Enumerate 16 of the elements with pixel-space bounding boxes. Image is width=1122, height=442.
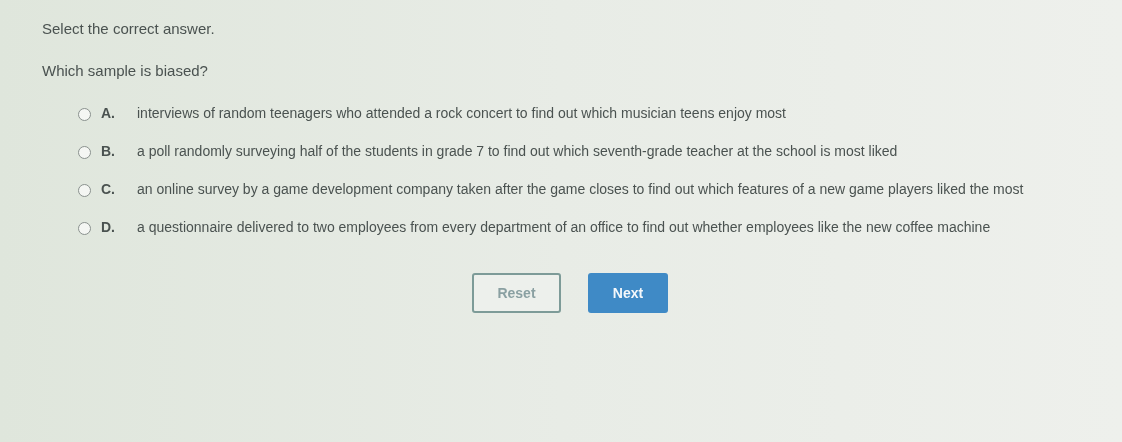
option-text: a questionnaire delivered to two employees from every department of an office to find out whether employees like the new coffee machine	[137, 218, 992, 237]
option-letter: D.	[101, 219, 116, 235]
option-letter: A.	[101, 105, 116, 121]
option-text: an online survey by a game development company taken after the game closes to find out which features of a new game players liked the most	[137, 180, 1025, 199]
option-letter: B.	[101, 143, 116, 159]
radio-button[interactable]	[78, 222, 91, 235]
option-text: interviews of random teenagers who attended a rock concert to find out which musician teens enjoy most	[137, 104, 787, 123]
option-letter: C.	[101, 181, 116, 197]
question-text: Which sample is biased?	[42, 62, 209, 79]
reset-button[interactable]: Reset	[472, 273, 561, 313]
radio-button[interactable]	[78, 184, 91, 197]
option-text: a poll randomly surveying half of the students in grade 7 to find out which seventh-grade teacher at the school is most liked	[137, 142, 899, 161]
radio-button[interactable]	[78, 146, 91, 159]
next-button[interactable]: Next	[588, 273, 668, 313]
instruction-text: Select the correct answer.	[42, 20, 216, 37]
radio-button[interactable]	[78, 108, 91, 121]
